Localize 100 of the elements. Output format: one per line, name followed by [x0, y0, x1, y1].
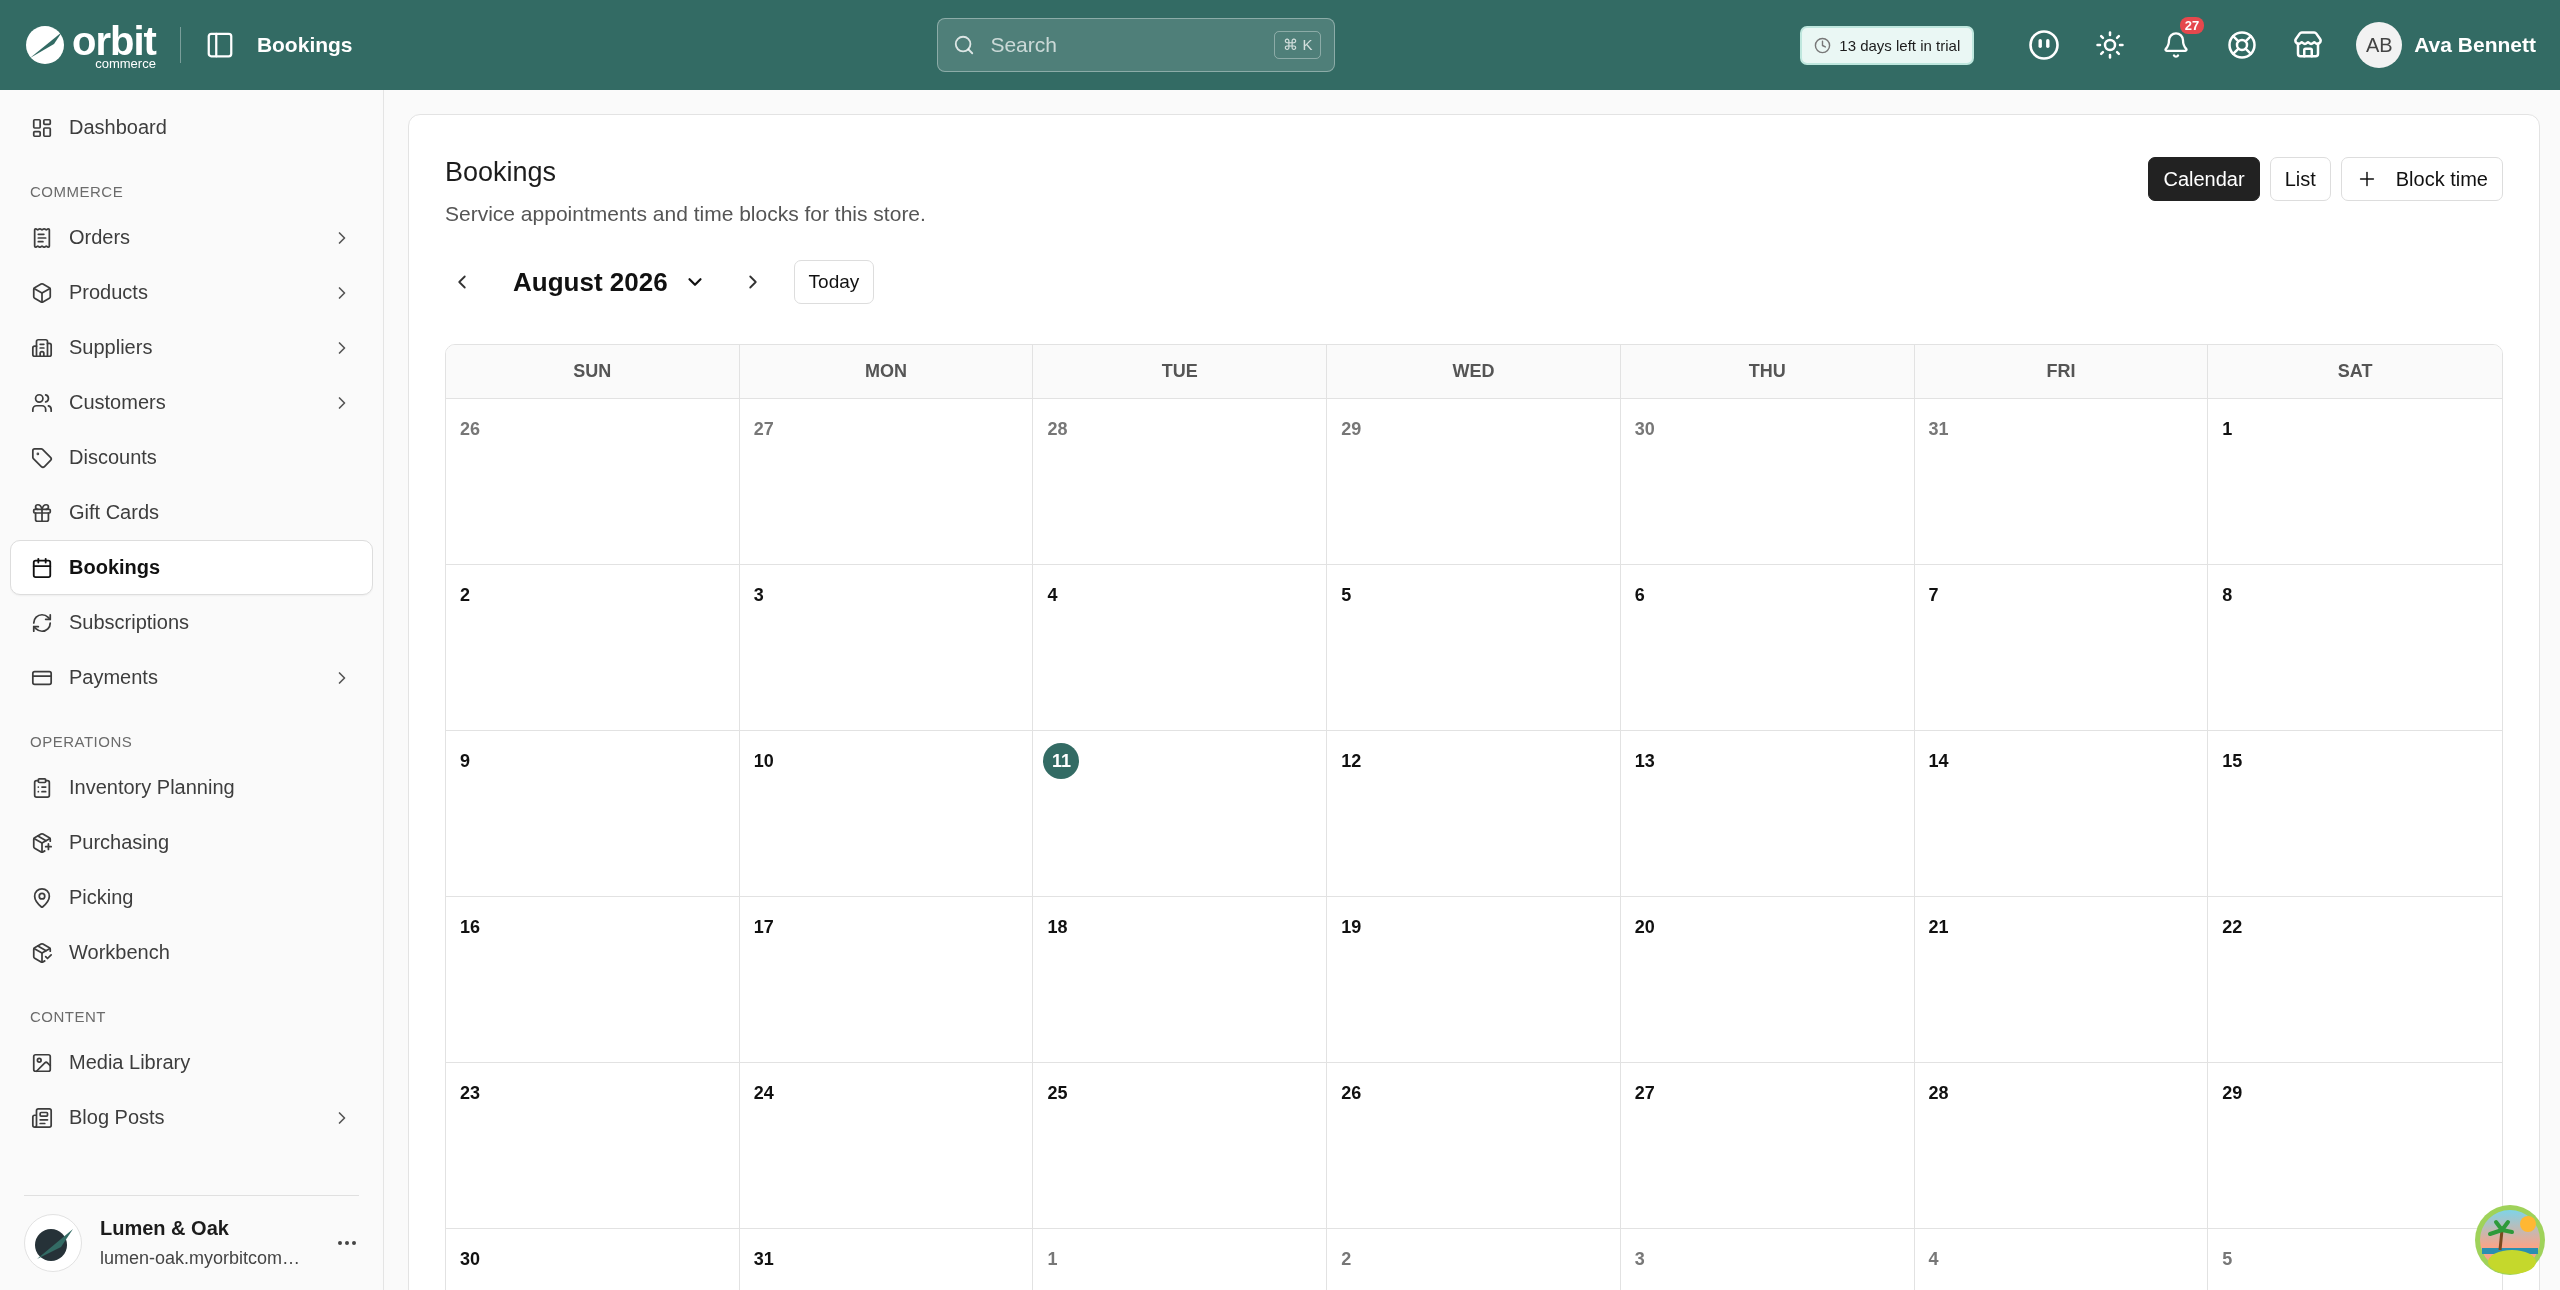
day-cell[interactable]: 26	[446, 399, 740, 565]
day-number: 12	[1340, 749, 1363, 773]
day-cell[interactable]: 2	[446, 565, 740, 731]
weekday-header: TUE	[1033, 345, 1328, 399]
day-cell[interactable]: 31	[1914, 399, 2209, 565]
day-cell[interactable]: 29	[1327, 399, 1621, 565]
day-cell[interactable]: 25	[1033, 1063, 1328, 1229]
day-cell[interactable]: 3	[739, 565, 1034, 731]
block-time-button[interactable]: Block time	[2340, 157, 2503, 201]
day-number: 5	[2221, 1247, 2234, 1271]
day-cell[interactable]: 10	[739, 731, 1034, 897]
day-cell[interactable]: 13	[1620, 731, 1915, 897]
package-icon	[31, 941, 53, 964]
day-number: 5	[1340, 583, 1353, 607]
day-cell[interactable]: 28	[1033, 399, 1328, 565]
sidebar-item[interactable]: Subscriptions	[10, 595, 373, 650]
weekday-header: MON	[739, 345, 1034, 399]
day-cell[interactable]: 7	[1914, 565, 2209, 731]
day-cell[interactable]: 30	[446, 1229, 740, 1290]
day-cell[interactable]: 16	[446, 897, 740, 1063]
sidebar-item[interactable]: Gift Cards	[10, 485, 373, 540]
day-cell[interactable]: 27	[1620, 1063, 1915, 1229]
day-cell[interactable]: 31	[739, 1229, 1034, 1290]
day-number: 3	[1633, 1247, 1646, 1271]
day-number: 13	[1633, 749, 1656, 773]
day-cell[interactable]: 20	[1620, 897, 1915, 1063]
sidebar-item[interactable]: Suppliers	[10, 320, 373, 375]
sidebar-item[interactable]: Inventory Planning	[10, 760, 373, 815]
day-cell[interactable]: 5	[1327, 565, 1621, 731]
day-number: 26	[1340, 1081, 1363, 1105]
island-launcher-toast[interactable]	[2474, 1204, 2546, 1276]
store-name: Lumen & Oak	[100, 1217, 230, 1240]
day-number: 7	[1927, 583, 1940, 607]
sidebar-item[interactable]: Products	[10, 265, 373, 320]
day-cell[interactable]: 22	[2208, 897, 2502, 1063]
day-cell[interactable]: 14	[1914, 731, 2209, 897]
trial-badge[interactable]: 13 days left in trial	[1800, 25, 1975, 65]
people-icon	[31, 391, 53, 414]
refresh-icon	[31, 611, 53, 634]
sidebar-item[interactable]: Purchasing	[10, 815, 373, 870]
day-number: 21	[1927, 915, 1950, 939]
day-number: 16	[459, 915, 482, 939]
user-avatar[interactable]: AB	[2356, 22, 2403, 68]
shortcut-hint: ⌘ K	[1274, 31, 1322, 59]
day-cell[interactable]: 30	[1620, 399, 1915, 565]
day-cell[interactable]: 2	[1327, 1229, 1621, 1290]
sidebar-item[interactable]: Blog Posts	[10, 1090, 373, 1145]
day-cell[interactable]: 26	[1327, 1063, 1621, 1229]
box-icon	[31, 281, 53, 304]
day-number: 31	[1927, 417, 1950, 441]
building-icon	[31, 336, 53, 359]
day-number: 27	[1633, 1081, 1656, 1105]
day-number: 10	[752, 749, 775, 773]
day-cell[interactable]: 21	[1914, 897, 2209, 1063]
day-cell[interactable]: 9	[446, 731, 740, 897]
day-cell[interactable]: 23	[446, 1063, 740, 1229]
day-cell[interactable]: 24	[739, 1063, 1034, 1229]
day-number: 8	[2221, 583, 2234, 607]
day-cell[interactable]: 18	[1033, 897, 1328, 1063]
day-cell[interactable]: 28	[1914, 1063, 2209, 1229]
day-cell[interactable]: 6	[1620, 565, 1915, 731]
day-number: 31	[752, 1247, 775, 1271]
month-picker[interactable]: August 2026	[513, 266, 706, 298]
sidebar-item[interactable]: Orders	[10, 210, 373, 265]
day-cell[interactable]: 8	[2208, 565, 2502, 731]
day-cell[interactable]: 17	[739, 897, 1034, 1063]
day-cell[interactable]: 11	[1033, 731, 1328, 897]
day-cell[interactable]: 1	[2208, 399, 2502, 565]
day-number: 9	[459, 749, 471, 773]
view-toggle[interactable]: Calendar	[2148, 157, 2260, 201]
day-cell[interactable]: 4	[1033, 565, 1328, 731]
newspaper-icon	[31, 1106, 53, 1129]
day-number: 27	[752, 417, 775, 441]
sidebar-item[interactable]: Bookings	[10, 540, 373, 595]
day-number: 19	[1340, 915, 1363, 939]
sidebar-item[interactable]: Discounts	[10, 430, 373, 485]
day-cell[interactable]: 1	[1033, 1229, 1328, 1290]
day-cell[interactable]: 15	[2208, 731, 2502, 897]
clipboard-icon	[31, 776, 53, 799]
sidebar-item[interactable]: Dashboard	[10, 100, 373, 155]
sidebar-item[interactable]: Customers	[10, 375, 373, 430]
day-cell[interactable]: 4	[1914, 1229, 2209, 1290]
sidebar-item[interactable]: Payments	[10, 650, 373, 705]
day-number: 23	[459, 1081, 482, 1105]
user-name[interactable]: Ava Bennett	[2414, 33, 2536, 57]
day-number: 4	[1927, 1247, 1940, 1271]
day-number: 29	[2221, 1081, 2244, 1105]
day-number: 29	[1340, 417, 1363, 441]
today-button[interactable]: Today	[793, 260, 875, 304]
sidebar-item[interactable]: Media Library	[10, 1035, 373, 1090]
day-cell[interactable]: 19	[1327, 897, 1621, 1063]
sidebar-item[interactable]: Workbench	[10, 925, 373, 980]
day-cell[interactable]: 12	[1327, 731, 1621, 897]
view-toggle[interactable]: List	[2269, 157, 2331, 201]
sidebar-item[interactable]: Picking	[10, 870, 373, 925]
day-cell[interactable]: 27	[739, 399, 1034, 565]
day-cell[interactable]: 3	[1620, 1229, 1915, 1290]
day-number: 1	[2221, 417, 2234, 441]
day-number: 14	[1927, 749, 1950, 773]
day-number: 26	[459, 417, 482, 441]
